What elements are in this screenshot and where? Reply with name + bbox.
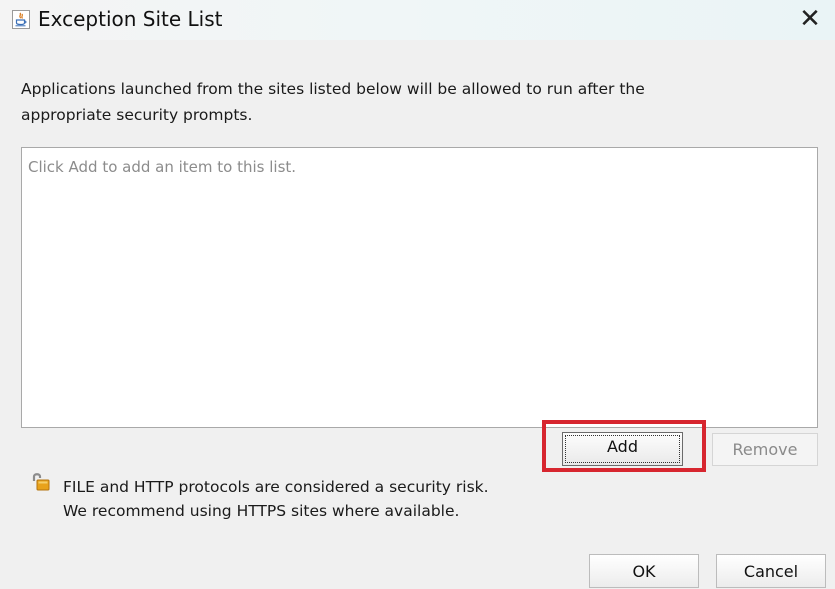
exception-site-list[interactable]: Click Add to add an item to this list. — [21, 147, 818, 428]
java-icon — [12, 10, 30, 29]
cancel-button[interactable]: Cancel — [716, 554, 826, 588]
window-title: Exception Site List — [38, 7, 223, 31]
unlocked-padlock-icon — [30, 471, 52, 493]
warning-line-2: We recommend using HTTPS sites where ava… — [63, 502, 460, 520]
close-button[interactable]: ✕ — [790, 2, 830, 36]
description-text: Applications launched from the sites lis… — [21, 76, 801, 128]
description-line-2: appropriate security prompts. — [21, 106, 253, 124]
description-line-1: Applications launched from the sites lis… — [21, 80, 645, 98]
security-warning: FILE and HTTP protocols are considered a… — [63, 475, 489, 523]
warning-line-1: FILE and HTTP protocols are considered a… — [63, 478, 489, 496]
list-placeholder: Click Add to add an item to this list. — [28, 158, 297, 176]
remove-button[interactable]: Remove — [712, 433, 818, 466]
title-bar: Exception Site List ✕ — [0, 0, 835, 40]
ok-button[interactable]: OK — [589, 554, 699, 588]
add-button[interactable]: Add — [562, 432, 683, 466]
